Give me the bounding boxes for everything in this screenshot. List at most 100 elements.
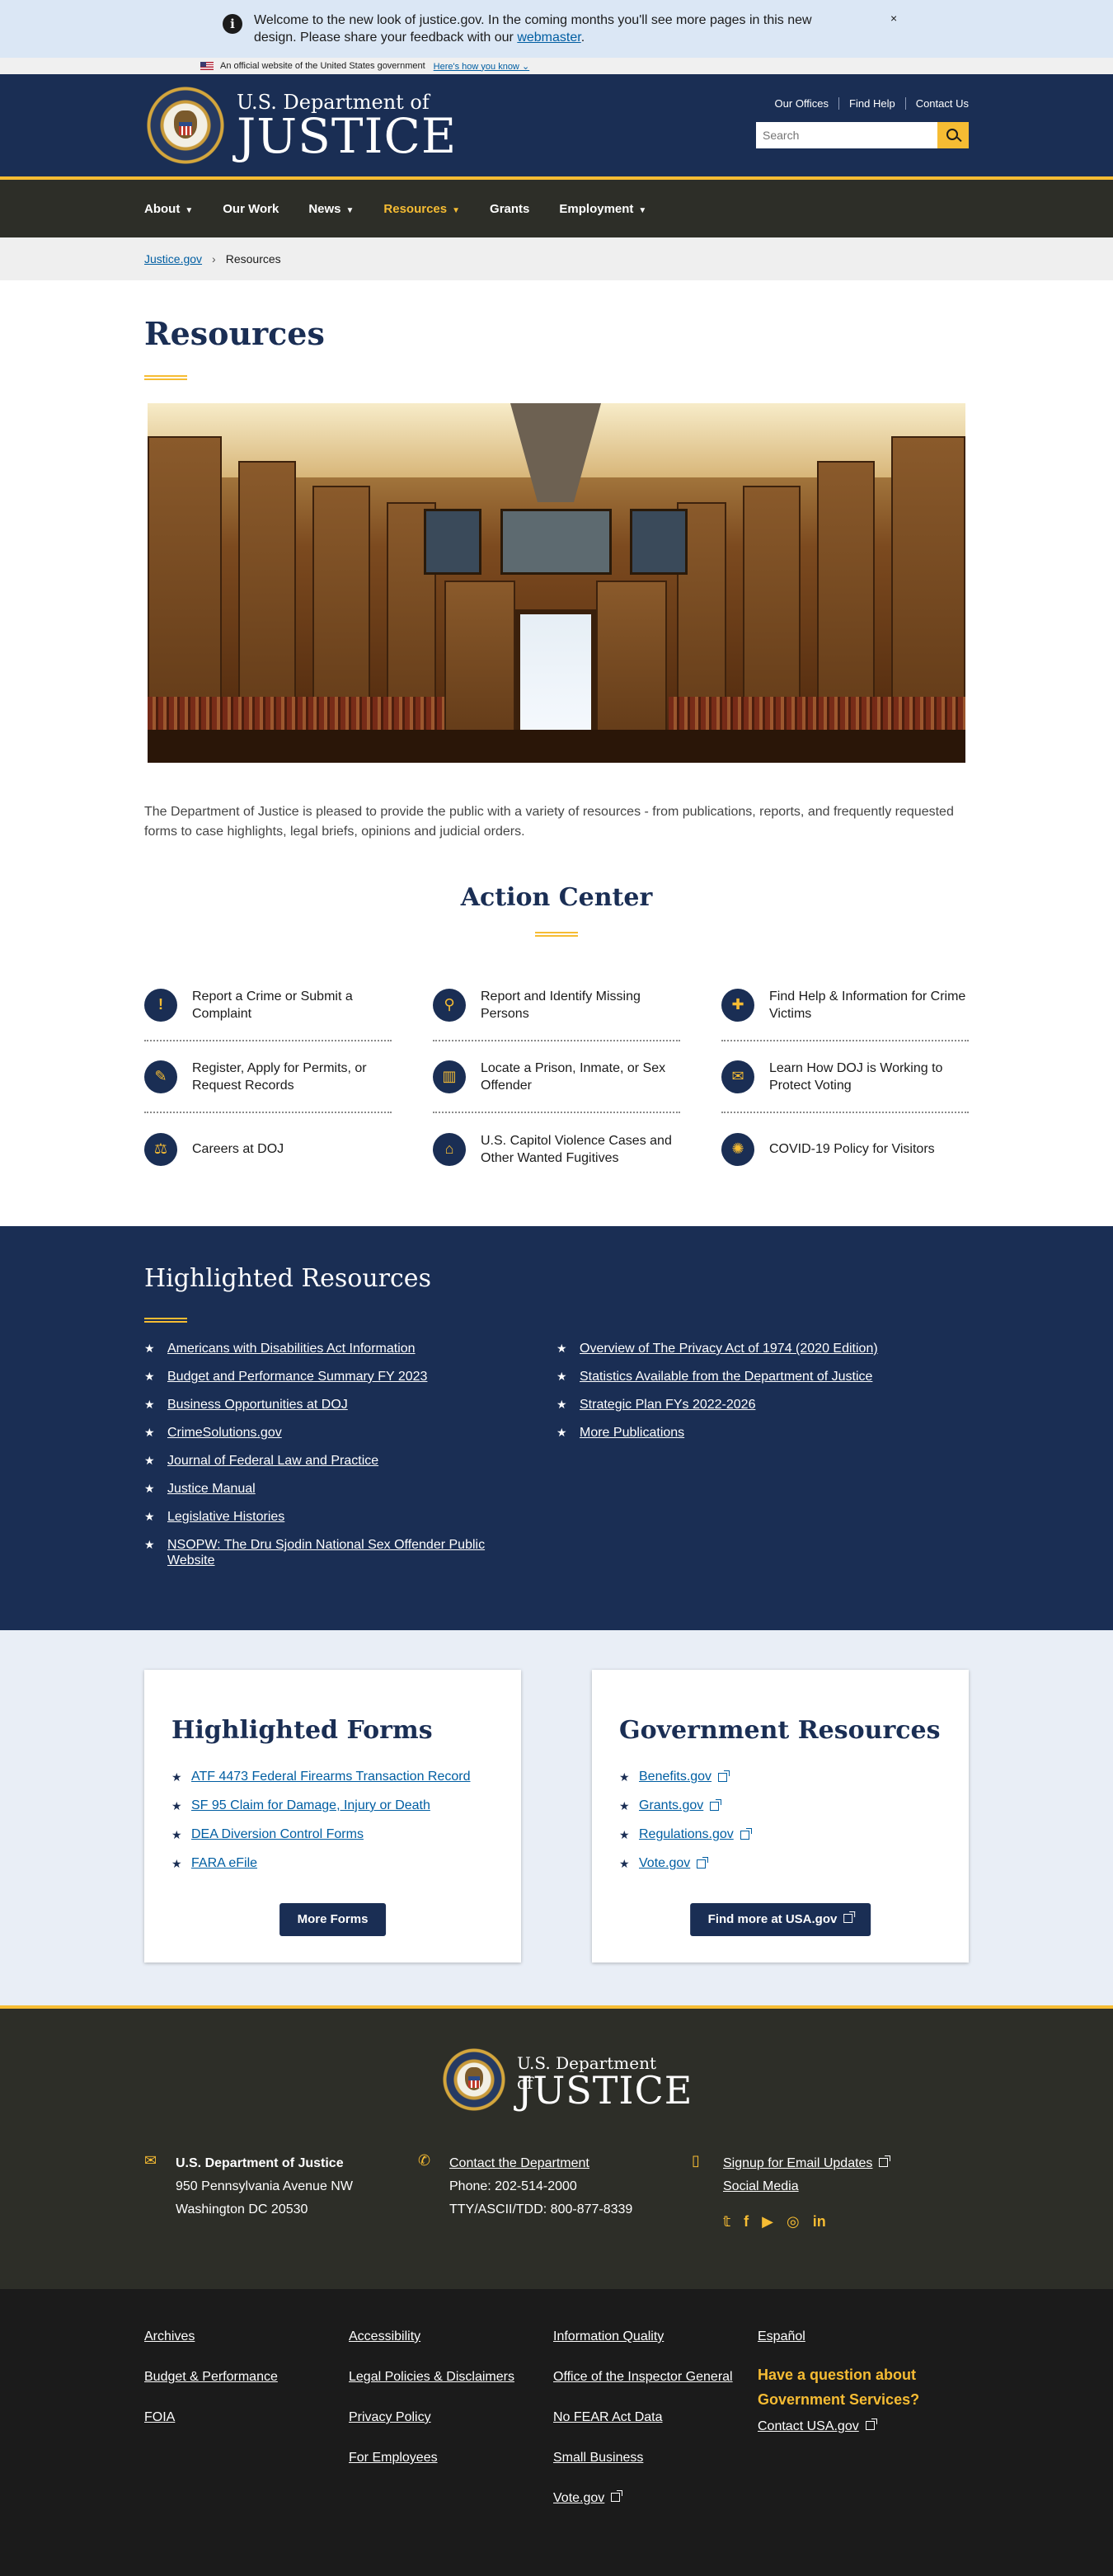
breadcrumb: Justice.gov › Resources: [0, 237, 1113, 280]
accessibility-link[interactable]: Accessibility: [349, 2327, 530, 2347]
more-publications-link[interactable]: More Publications: [580, 1425, 684, 1441]
form-link[interactable]: SF 95 Claim for Damage, Injury or Death: [191, 1798, 430, 1813]
star-icon: ★: [619, 1770, 630, 1784]
search-button[interactable]: [937, 122, 969, 148]
contact-department-link[interactable]: Contact the Department: [449, 2156, 589, 2170]
nav-grants[interactable]: Grants: [490, 202, 529, 216]
resource-link[interactable]: Strategic Plan FYs 2022-2026: [580, 1397, 755, 1413]
nav-resources[interactable]: Resources ▼: [383, 202, 460, 216]
more-forms-button[interactable]: More Forms: [279, 1903, 387, 1936]
chevron-right-icon: ›: [212, 252, 216, 266]
resource-link[interactable]: Americans with Disabilities Act Informat…: [167, 1341, 416, 1356]
nav-our-work[interactable]: Our Work: [223, 202, 279, 216]
legal-policies-link[interactable]: Legal Policies & Disclaimers: [349, 2367, 530, 2387]
form-pencil-icon: ✎: [144, 1060, 177, 1093]
nav-employment[interactable]: Employment ▼: [559, 202, 646, 216]
footer-logo[interactable]: U.S. Department of JUSTICE: [441, 2047, 692, 2113]
instagram-icon[interactable]: ◎: [787, 2210, 800, 2233]
action-label: U.S. Capitol Violence Cases and Other Wa…: [481, 1133, 672, 1165]
resource-link[interactable]: Business Opportunities at DOJ: [167, 1397, 348, 1413]
external-link-icon: [843, 1911, 856, 1923]
prison-bars-icon: ▥: [433, 1060, 466, 1093]
gov-resource-link[interactable]: Benefits.gov: [639, 1770, 711, 1784]
twitter-icon[interactable]: 𝕥: [723, 2210, 730, 2233]
gov-resource-link[interactable]: Grants.gov: [639, 1798, 703, 1813]
address-name: U.S. Department of Justice: [176, 2156, 344, 2170]
action-permits-records[interactable]: ✎ Register, Apply for Permits, or Request…: [144, 1041, 392, 1113]
action-label: Register, Apply for Permits, or Request …: [192, 1060, 367, 1093]
action-careers[interactable]: ⚖ Careers at DOJ: [144, 1113, 392, 1185]
star-icon: ★: [556, 1426, 567, 1439]
virus-icon: ✺: [721, 1132, 754, 1166]
no-fear-act-link[interactable]: No FEAR Act Data: [553, 2408, 735, 2428]
list-item: ★ CrimeSolutions.gov: [144, 1425, 499, 1441]
for-employees-link[interactable]: For Employees: [349, 2448, 530, 2468]
action-label: Locate a Prison, Inmate, or Sex Offender: [481, 1060, 666, 1093]
list-item: ★ More Publications: [556, 1425, 911, 1441]
intro-paragraph: The Department of Justice is pleased to …: [144, 805, 954, 839]
archives-link[interactable]: Archives: [144, 2327, 326, 2347]
resource-link[interactable]: Legislative Histories: [167, 1509, 284, 1525]
linkedin-icon[interactable]: in: [813, 2210, 826, 2233]
resource-link[interactable]: Journal of Federal Law and Practice: [167, 1453, 378, 1469]
vote-gov-link[interactable]: Vote.gov: [553, 2489, 735, 2508]
breadcrumb-current: Resources: [225, 252, 281, 266]
action-protect-voting[interactable]: ✉ Learn How DOJ is Working to Protect Vot…: [721, 1041, 969, 1113]
espanol-link[interactable]: Español: [758, 2327, 939, 2347]
find-help-link[interactable]: Find Help: [838, 97, 905, 110]
contact-us-link[interactable]: Contact Us: [904, 97, 969, 110]
find-more-usa-gov-button[interactable]: Find more at USA.gov: [689, 1903, 871, 1936]
privacy-policy-link[interactable]: Privacy Policy: [349, 2408, 530, 2428]
resource-link[interactable]: Overview of The Privacy Act of 1974 (202…: [580, 1341, 878, 1356]
close-alert-button[interactable]: ×: [890, 12, 897, 25]
address-line2: Washington DC 20530: [176, 2202, 308, 2216]
star-icon: ★: [619, 1798, 630, 1812]
star-icon: ★: [144, 1482, 155, 1495]
resource-link[interactable]: Statistics Available from the Department…: [580, 1369, 872, 1384]
heres-how-you-know-link[interactable]: Here's how you know ⌄: [434, 61, 530, 72]
resource-link[interactable]: NSOPW: The Dru Sjodin National Sex Offen…: [167, 1537, 499, 1568]
youtube-icon[interactable]: ▶: [762, 2210, 773, 2233]
star-icon: ★: [144, 1538, 155, 1551]
inspector-general-link[interactable]: Office of the Inspector General: [553, 2367, 735, 2387]
contact-usa-gov-link[interactable]: Contact USA.gov: [758, 2417, 939, 2437]
chevron-down-icon: ▼: [638, 205, 647, 215]
breadcrumb-home-link[interactable]: Justice.gov: [144, 252, 202, 266]
action-report-crime[interactable]: ! Report a Crime or Submit a Complaint: [144, 970, 392, 1041]
search-form: [756, 122, 969, 148]
gov-resource-link[interactable]: Regulations.gov: [639, 1827, 734, 1842]
foia-link[interactable]: FOIA: [144, 2408, 326, 2428]
action-crime-victims[interactable]: ✚ Find Help & Information for Crime Victi…: [721, 970, 969, 1041]
star-icon: ★: [171, 1770, 182, 1784]
capitol-icon: ⌂: [433, 1132, 466, 1166]
action-locate-prison[interactable]: ▥ Locate a Prison, Inmate, or Sex Offende…: [433, 1041, 680, 1113]
our-offices-link[interactable]: Our Offices: [765, 97, 839, 110]
action-label: Find Help & Information for Crime Victim…: [769, 989, 966, 1021]
resource-link[interactable]: CrimeSolutions.gov: [167, 1425, 282, 1441]
highlighted-forms-title: Highlighted Forms: [171, 1716, 433, 1745]
doj-seal-logo[interactable]: [144, 84, 227, 167]
action-missing-persons[interactable]: ⚲ Report and Identify Missing Persons: [433, 970, 680, 1041]
action-center-divider: [535, 932, 578, 937]
nav-news[interactable]: News ▼: [308, 202, 354, 216]
webmaster-link[interactable]: webmaster: [517, 31, 580, 45]
facebook-icon[interactable]: f: [744, 2210, 749, 2233]
first-aid-icon: ✚: [721, 988, 754, 1022]
brand-title[interactable]: JUSTICE: [237, 110, 457, 162]
nav-about[interactable]: About ▼: [144, 202, 193, 216]
resource-link[interactable]: Budget and Performance Summary FY 2023: [167, 1369, 427, 1384]
information-quality-link[interactable]: Information Quality: [553, 2327, 735, 2347]
social-media-link[interactable]: Social Media: [723, 2179, 799, 2193]
small-business-link[interactable]: Small Business: [553, 2448, 735, 2468]
action-covid-policy[interactable]: ✺ COVID-19 Policy for Visitors: [721, 1113, 969, 1185]
form-link[interactable]: DEA Diversion Control Forms: [191, 1827, 364, 1842]
email-updates-link[interactable]: Signup for Email Updates: [723, 2156, 872, 2170]
resource-link[interactable]: Justice Manual: [167, 1481, 256, 1497]
search-input[interactable]: [756, 122, 937, 148]
form-link[interactable]: FARA eFile: [191, 1856, 257, 1871]
action-capitol-violence[interactable]: ⌂ U.S. Capitol Violence Cases and Other W…: [433, 1113, 680, 1185]
mobile-icon: ▯: [692, 2152, 700, 2169]
form-link[interactable]: ATF 4473 Federal Firearms Transaction Re…: [191, 1770, 471, 1784]
gov-resource-link[interactable]: Vote.gov: [639, 1856, 690, 1871]
budget-performance-link[interactable]: Budget & Performance: [144, 2367, 326, 2387]
